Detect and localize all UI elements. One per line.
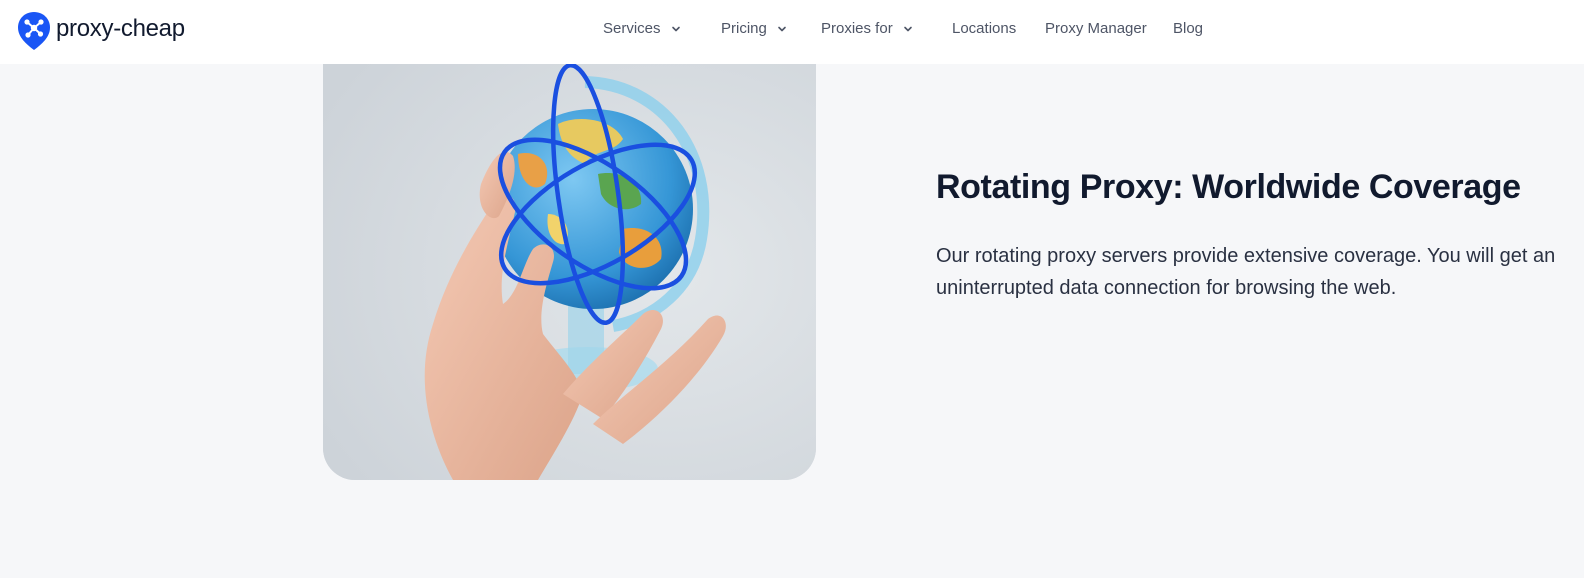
nav-item-locations[interactable]: Locations bbox=[952, 20, 1016, 37]
nav-item-label: Proxy Manager bbox=[1045, 20, 1147, 37]
logo-link[interactable]: proxy-cheap bbox=[17, 11, 185, 51]
nav-item-label: Locations bbox=[952, 20, 1017, 37]
chevron-down-icon bbox=[778, 26, 786, 31]
nav-item-label: Blog bbox=[1173, 20, 1204, 37]
nav-item-label: Proxies for bbox=[821, 20, 893, 37]
chevron-down-icon bbox=[903, 26, 912, 31]
nav-item-proxy-manager[interactable]: Proxy Manager bbox=[1045, 20, 1147, 37]
proxy-cheap-logo-pin-icon bbox=[18, 12, 50, 50]
nav-item-label: Pricing bbox=[721, 20, 767, 37]
feature-description: Our rotating proxy servers provide exten… bbox=[936, 245, 1556, 299]
brand-name: proxy-cheap bbox=[56, 15, 185, 42]
site-header: proxy-cheap Services Pricing Proxies for… bbox=[0, 0, 1584, 64]
chevron-down-icon bbox=[671, 26, 680, 31]
nav-item-proxies-for[interactable]: Proxies for bbox=[821, 20, 913, 37]
nav-item-services[interactable]: Services bbox=[603, 20, 681, 37]
nav-item-label: Services bbox=[603, 20, 661, 37]
feature-headline: Rotating Proxy: Worldwide Coverage bbox=[936, 168, 1521, 206]
globe-illustration bbox=[323, 64, 816, 480]
nav-item-blog[interactable]: Blog bbox=[1173, 20, 1203, 37]
globe-hand-image bbox=[323, 64, 816, 480]
nav-item-pricing[interactable]: Pricing bbox=[721, 20, 787, 37]
